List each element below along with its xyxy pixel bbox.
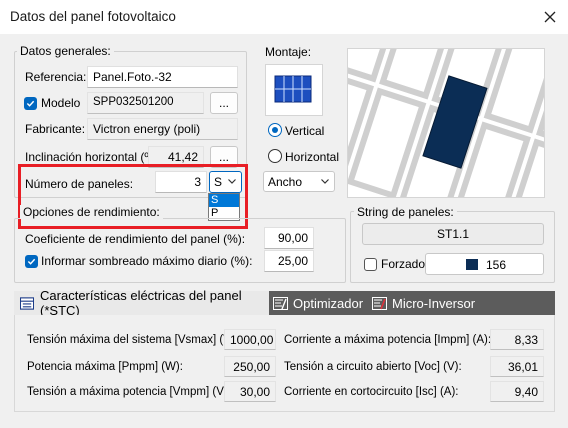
orientation-selected: S bbox=[214, 175, 223, 189]
coef-input[interactable]: 90,00 bbox=[264, 227, 314, 249]
impm-input[interactable]: 8,33 bbox=[490, 329, 544, 350]
table-icon bbox=[20, 296, 35, 310]
vsmax-input[interactable]: 1000,00 bbox=[224, 329, 276, 350]
string-group-label: String de paneles: bbox=[354, 205, 457, 219]
vertical-radio[interactable] bbox=[268, 123, 282, 137]
modelo-label: Modelo bbox=[41, 96, 81, 110]
fabricante-label: Fabricante: bbox=[25, 122, 86, 136]
forzado-checkbox[interactable] bbox=[364, 258, 377, 271]
orientation-select[interactable]: S bbox=[209, 171, 242, 193]
close-button[interactable] bbox=[536, 4, 564, 30]
montaje-label: Montaje: bbox=[265, 45, 312, 59]
window-title: Datos del panel fotovoltaico bbox=[10, 9, 176, 24]
tab-electrical-label: Características eléctricas del panel (*S… bbox=[40, 288, 242, 318]
vsmax-label: Tensión máxima del sistema [Vsmax] (V): bbox=[27, 334, 238, 346]
inclinacion-label: Inclinación horizontal (º): bbox=[25, 150, 157, 164]
referencia-label: Referencia: bbox=[25, 70, 87, 84]
voc-label: Tensión a circuito abierto [Voc] (V): bbox=[284, 361, 462, 373]
horizontal-radio[interactable] bbox=[268, 149, 282, 163]
tab-optimizer-label: Optimizador bbox=[293, 295, 364, 311]
horizontal-label: Horizontal bbox=[285, 150, 340, 164]
ancho-value: Ancho bbox=[268, 174, 303, 189]
string-button[interactable]: ST1.1 bbox=[362, 223, 544, 245]
panel-array-icon bbox=[274, 75, 312, 103]
modelo-browse-button[interactable]: ... bbox=[210, 92, 238, 114]
orientation-option-s[interactable]: S bbox=[209, 194, 239, 207]
pmpm-input[interactable]: 250,00 bbox=[224, 356, 276, 377]
fabricante-input[interactable]: Victron energy (poli) bbox=[87, 118, 238, 140]
montaje-preview bbox=[265, 64, 323, 116]
ancho-select[interactable]: Ancho bbox=[263, 171, 335, 192]
modelo-input[interactable]: SPP032501200 bbox=[87, 92, 204, 114]
roof-layout-image bbox=[348, 49, 544, 197]
num-paneles-input[interactable]: 3 bbox=[155, 171, 207, 193]
vmpm-label: Tensión a máxima potencia [Vmpm] (V): bbox=[27, 386, 231, 398]
referencia-input[interactable]: Panel.Foto.-32 bbox=[87, 66, 238, 88]
checkmark-icon bbox=[27, 258, 36, 265]
micro-inverter-icon bbox=[372, 296, 387, 310]
rendimiento-group-label: Opciones de rendimiento: bbox=[20, 205, 163, 219]
roof-preview bbox=[347, 48, 545, 198]
vertical-label: Vertical bbox=[285, 124, 325, 138]
pmpm-label: Potencia máxima [Pmpm] (W): bbox=[27, 361, 183, 373]
color-swatch bbox=[466, 259, 478, 270]
tab-micro-inverter-label: Micro-Inversor bbox=[392, 295, 476, 311]
forzado-label: Forzado bbox=[381, 257, 426, 271]
coef-label: Coeficiente de rendimiento del panel (%)… bbox=[25, 232, 246, 246]
orientation-dropdown: S P bbox=[208, 193, 240, 221]
isc-label: Corriente en cortocircuito [Isc] (A): bbox=[284, 386, 459, 398]
modelo-checkbox[interactable] bbox=[24, 97, 37, 110]
isc-input[interactable]: 9,40 bbox=[490, 381, 544, 402]
general-group-label: Datos generales: bbox=[17, 44, 114, 58]
checkmark-icon bbox=[26, 100, 35, 107]
tab-micro-inverter[interactable]: Micro-Inversor bbox=[372, 291, 482, 315]
tab-optimizer[interactable]: Optimizador bbox=[273, 291, 368, 315]
num-paneles-label: Número de paneles: bbox=[25, 177, 134, 191]
sombreado-input[interactable]: 25,00 bbox=[264, 250, 314, 272]
color-picker[interactable]: 156 bbox=[425, 253, 544, 275]
voc-input[interactable]: 36,01 bbox=[490, 356, 544, 377]
chevron-down-icon bbox=[321, 179, 329, 184]
optimizer-icon bbox=[273, 296, 288, 310]
sombreado-label: Informar sombreado máximo diario (%): bbox=[41, 254, 253, 268]
vmpm-input[interactable]: 30,00 bbox=[224, 381, 276, 402]
impm-label: Corriente a máxima potencia [Impm] (A): bbox=[284, 334, 492, 346]
color-value: 156 bbox=[486, 258, 507, 272]
chevron-down-icon bbox=[228, 179, 236, 184]
sombreado-checkbox[interactable] bbox=[25, 255, 38, 268]
close-icon bbox=[544, 11, 556, 23]
tab-electrical[interactable]: Características eléctricas del panel (*S… bbox=[14, 288, 269, 318]
